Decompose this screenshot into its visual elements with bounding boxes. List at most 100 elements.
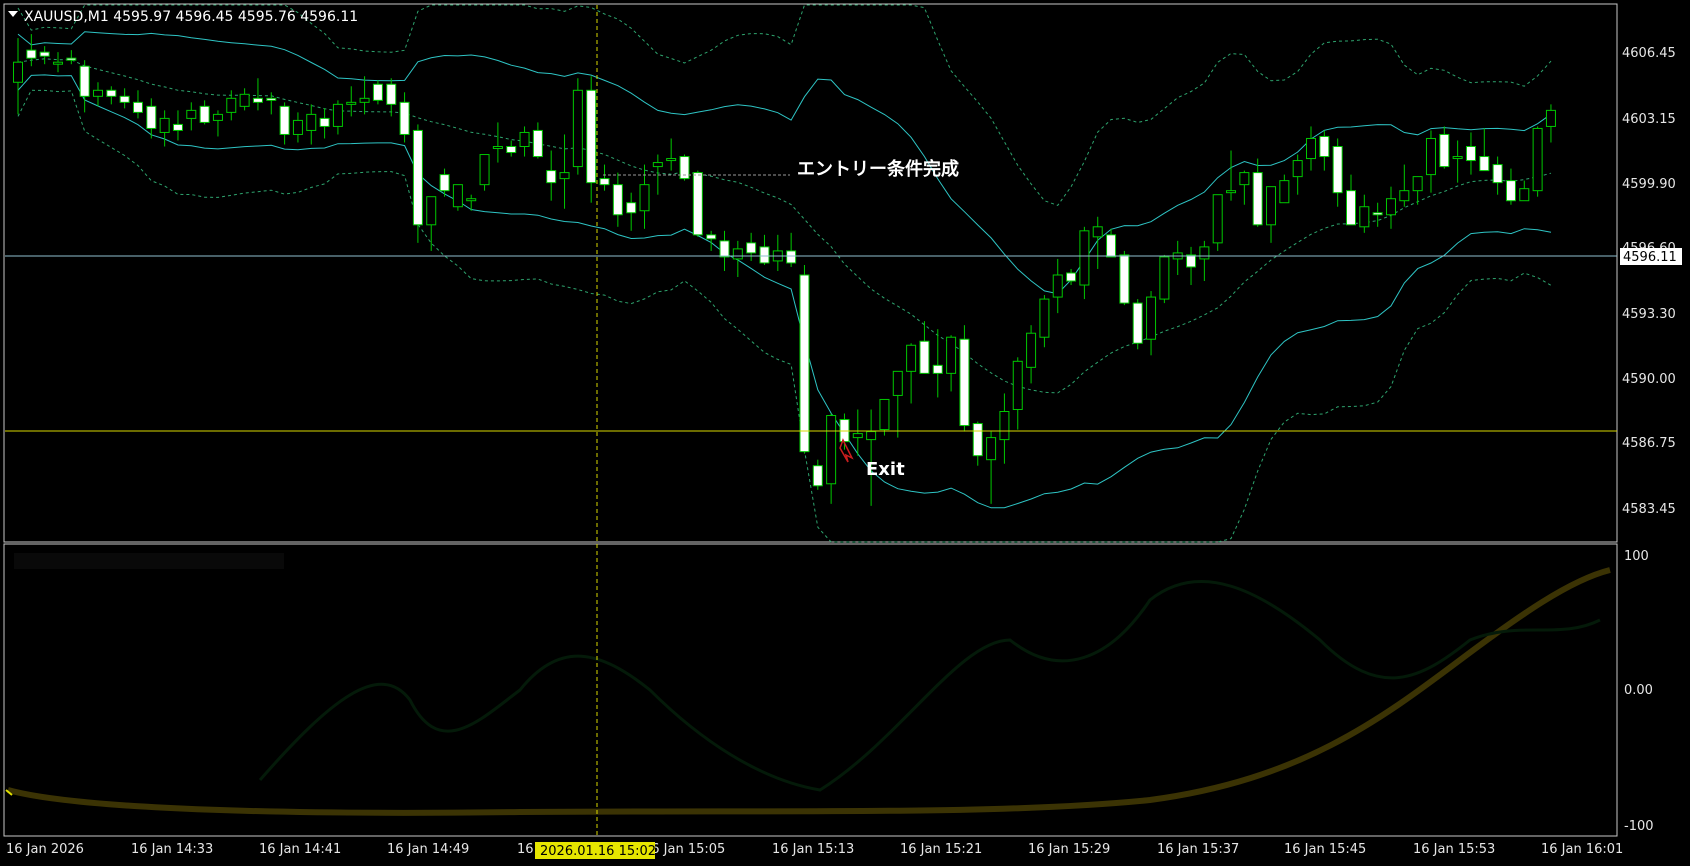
candle[interactable] [959,325,970,432]
bull-candle-body [1226,190,1237,194]
bull-candle-body [1279,180,1290,204]
candle[interactable] [1119,250,1130,306]
bull-candle-body [946,336,957,374]
candle[interactable] [679,154,690,181]
bull-candle-body [1052,274,1063,298]
bull-candle-body [1039,298,1050,338]
bear-candle-body [439,174,450,192]
bear-candle-body [1186,254,1197,268]
bear-candle-body [546,170,557,184]
bear-candle-body [279,105,290,135]
bull-candle-body [892,370,903,396]
bear-candle-body [586,89,597,184]
price-axis-label: 4606.45 [1622,46,1676,61]
bear-candle-body [612,184,623,216]
bull-candle-body [239,93,250,107]
bear-candle-body [1132,302,1143,344]
bear-candle-body [972,423,983,457]
bear-candle-body [132,101,143,113]
candle[interactable] [572,78,583,175]
bull-candle-body [159,117,170,133]
bear-candle-body [506,146,517,154]
bull-candle-body [92,89,103,97]
bull-candle-body [466,198,477,202]
bull-candle-body [666,158,677,162]
indicator-axis-label-minus100: -100 [1624,819,1654,834]
price-axis-label: 4603.15 [1622,112,1676,127]
time-axis-label: 16 Jan 15:13 [772,842,854,857]
candle[interactable] [412,124,423,243]
candle[interactable] [1212,194,1223,251]
bear-candle-body [199,105,210,123]
bear-candle-body [146,105,157,129]
bull-candle-body [346,101,357,105]
bull-candle-body [1519,188,1530,202]
bull-candle-body [852,433,863,439]
bull-candle-body [52,61,63,65]
candle[interactable] [452,184,463,211]
bull-candle-body [1266,186,1277,226]
bull-candle-body [559,172,570,180]
bull-candle-body [1412,176,1423,192]
entry-annotation: エントリー条件完成 [797,158,959,180]
candle[interactable] [372,80,383,105]
time-axis-label: 16 Jan 14:33 [131,842,213,857]
candle[interactable] [1532,126,1543,197]
bull-candle-body [1146,296,1157,340]
candle[interactable] [1132,299,1143,350]
bull-candle-body [226,97,237,113]
price-axis-label: 4590.00 [1622,372,1676,387]
bear-candle-body [786,250,797,264]
bull-candle-body [866,431,877,441]
blurred-indicator-title [14,553,284,569]
bull-candle-body [879,398,890,431]
bear-candle-body [1252,172,1263,226]
bear-candle-body [79,65,90,97]
price-axis-label: 4583.45 [1622,502,1676,517]
bear-candle-body [319,117,330,127]
bull-candle-body [1092,226,1103,238]
bear-candle-body [759,246,770,264]
bull-candle-body [1532,127,1543,192]
bull-candle-body [186,109,197,119]
bull-candle-body [13,61,23,83]
bull-candle-body [1306,137,1317,160]
bear-candle-body [1465,146,1476,162]
bull-candle-body [1385,198,1396,216]
candle[interactable] [799,264,810,454]
time-axis-label: 16 Jan 14:49 [387,842,469,857]
candle[interactable] [692,170,703,237]
time-axis-label: 16 Jan 15:37 [1157,842,1239,857]
bull-candle-body [332,103,343,127]
bear-candle-body [799,274,810,453]
bull-candle-body [479,154,490,186]
bear-candle-body [919,340,930,374]
bear-candle-body [692,172,703,236]
bear-candle-body [412,129,423,226]
bear-candle-body [26,49,37,59]
bull-candle-body [359,97,370,103]
bull-candle-body [1452,156,1463,160]
bear-candle-body [932,364,943,374]
time-axis-label: 16 Jan 2026 [6,842,84,857]
bull-candle-body [826,415,837,485]
time-axis-label: 16 Jan 15:29 [1028,842,1110,857]
bear-candle-body [1066,272,1077,282]
time-axis-label: 16 Jan 16:01 [1541,842,1623,857]
candle[interactable] [1159,254,1170,304]
price-axis-label: 4599.90 [1622,177,1676,192]
current-price-label: 4596.11 [1623,250,1677,265]
indicator-axis-label-100: 100 [1624,549,1649,564]
bull-candle-body [999,411,1010,441]
indicator-axis-label-0: 0.00 [1624,683,1653,698]
bull-candle-body [1292,160,1303,178]
bull-candle-body [1012,360,1023,410]
bear-candle-body [39,51,50,57]
bear-candle-body [1372,212,1383,216]
bull-candle-body [652,162,663,168]
time-axis-label: 16 Jan 15:21 [900,842,982,857]
trading-chart-window[interactable]: 100 0.00 -100 エントリー条件完成 Exit XAUUSD,M1 4… [0,0,1690,866]
time-axis-label: 16 Jan 14:41 [259,842,341,857]
bear-candle-body [746,242,757,254]
bull-candle-body [906,344,917,372]
